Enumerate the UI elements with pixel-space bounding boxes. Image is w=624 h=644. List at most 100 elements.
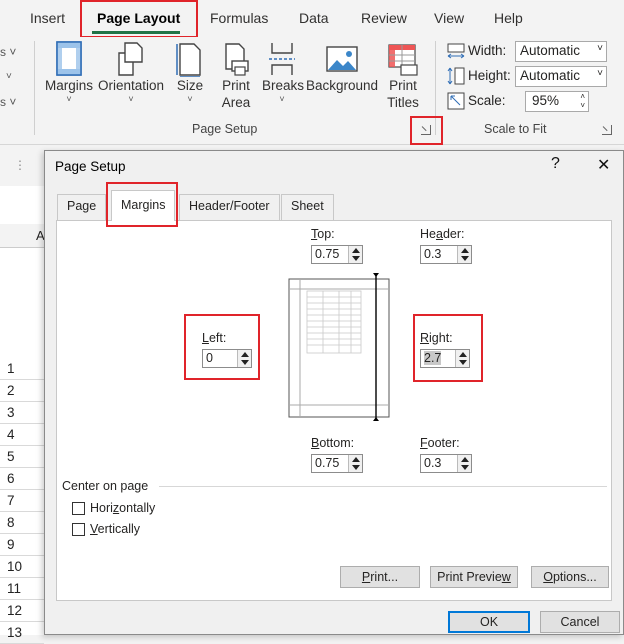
row-header-10[interactable]: 10 bbox=[0, 556, 44, 578]
page-setup-group-label: Page Setup bbox=[192, 122, 258, 136]
spinner-arrows-icon[interactable] bbox=[348, 455, 362, 472]
options-button[interactable]: Options... bbox=[531, 566, 609, 588]
page-setup-dialog: Page Setup ? ✕ Page Header/Footer Sheet … bbox=[44, 150, 624, 635]
tab-review[interactable]: Review bbox=[361, 10, 407, 26]
row-header-3[interactable]: 3 bbox=[0, 402, 44, 424]
size-button[interactable]: Size ˅ bbox=[172, 41, 208, 104]
orientation-label: Orientation bbox=[97, 78, 165, 93]
row-header-6[interactable]: 6 bbox=[0, 468, 44, 490]
left-label: Left: bbox=[202, 331, 227, 345]
orientation-button[interactable]: Orientation ˅ bbox=[96, 41, 166, 104]
background-label: Background bbox=[306, 78, 379, 93]
help-icon[interactable]: ? bbox=[551, 155, 560, 173]
breaks-button[interactable]: Breaks ˅ bbox=[262, 41, 305, 104]
dialog-tab-page[interactable]: Page bbox=[57, 194, 107, 220]
horizontally-label: Horizontally bbox=[90, 501, 156, 515]
size-label: Size bbox=[176, 78, 204, 93]
height-value: Automatic bbox=[520, 68, 581, 83]
print-area-button[interactable]: Print Area bbox=[214, 41, 258, 111]
row-header-2[interactable]: 2 bbox=[0, 380, 44, 402]
cancel-button[interactable]: Cancel bbox=[540, 611, 620, 633]
bottom-margin-value: 0.75 bbox=[315, 456, 340, 470]
header-margin-value: 0.3 bbox=[424, 247, 442, 261]
height-select[interactable]: Automatic ˅ bbox=[515, 66, 607, 87]
height-icon bbox=[447, 67, 465, 85]
clipped-group-fragment: s ˅ bbox=[0, 45, 17, 59]
breaks-icon bbox=[269, 43, 295, 75]
ribbon-tab-bar: Insert Page Layout Formulas Data Review … bbox=[0, 0, 624, 37]
bottom-margin-spinner[interactable]: 0.75 bbox=[311, 454, 363, 473]
scale-spinner[interactable]: 95% ˄ ˅ bbox=[525, 91, 589, 112]
tab-help[interactable]: Help bbox=[494, 10, 523, 26]
ok-button[interactable]: OK bbox=[448, 611, 530, 633]
center-on-page-label: Center on page bbox=[62, 479, 149, 493]
tab-data[interactable]: Data bbox=[299, 10, 329, 26]
right-margin-spinner[interactable]: 2.7 bbox=[420, 349, 470, 368]
row-header-1[interactable]: 1 bbox=[0, 358, 44, 380]
dialog-tab-header-footer[interactable]: Header/Footer bbox=[179, 194, 280, 220]
print-preview-button[interactable]: Print Preview bbox=[430, 566, 518, 588]
group-divider bbox=[159, 486, 607, 487]
dialog-tab-sheet[interactable]: Sheet bbox=[281, 194, 334, 220]
left-margin-spinner[interactable]: 0 bbox=[202, 349, 252, 368]
print-button[interactable]: Print... bbox=[340, 566, 420, 588]
chevron-down-icon: ˅ bbox=[597, 43, 603, 54]
chevron-down-icon: ˅ bbox=[128, 94, 134, 104]
page-setup-dialog-launcher-icon[interactable] bbox=[421, 125, 431, 135]
breaks-label: Breaks bbox=[262, 78, 305, 93]
dialog-title: Page Setup bbox=[55, 159, 126, 174]
dialog-tab-margins[interactable]: Margins bbox=[111, 190, 176, 221]
tab-insert[interactable]: Insert bbox=[30, 10, 65, 26]
width-value: Automatic bbox=[520, 43, 581, 58]
vertically-checkbox[interactable] bbox=[72, 523, 85, 536]
size-icon bbox=[176, 43, 201, 77]
orientation-icon bbox=[118, 42, 143, 76]
page-preview-icon bbox=[288, 273, 390, 421]
clipped-group-fragment-2: s ˅ bbox=[0, 95, 17, 109]
top-margin-value: 0.75 bbox=[315, 247, 340, 261]
print-area-icon bbox=[225, 43, 249, 76]
width-icon bbox=[447, 43, 465, 59]
spinner-arrows-icon[interactable] bbox=[455, 350, 469, 367]
vertically-label: Vertically bbox=[90, 522, 141, 536]
tab-view[interactable]: View bbox=[434, 10, 464, 26]
tab-formulas[interactable]: Formulas bbox=[210, 10, 268, 26]
header-margin-spinner[interactable]: 0.3 bbox=[420, 245, 472, 264]
spinner-arrows-icon[interactable] bbox=[457, 246, 471, 263]
row-header-4[interactable]: 4 bbox=[0, 424, 44, 446]
row-header-7[interactable]: 7 bbox=[0, 490, 44, 512]
print-titles-label-2: Titles bbox=[387, 95, 419, 110]
right-margin-value: 2.7 bbox=[424, 351, 442, 365]
formula-bar-strip: ⋮ bbox=[0, 146, 44, 186]
footer-margin-spinner[interactable]: 0.3 bbox=[420, 454, 472, 473]
scale-to-fit-group-label: Scale to Fit bbox=[484, 122, 547, 136]
spinner-arrows-icon[interactable] bbox=[348, 246, 362, 263]
row-header-8[interactable]: 8 bbox=[0, 512, 44, 534]
row-header-5[interactable]: 5 bbox=[0, 446, 44, 468]
scale-label: Scale: bbox=[468, 93, 506, 108]
scale-to-fit-dialog-launcher-icon[interactable] bbox=[602, 125, 612, 135]
tab-page-layout[interactable]: Page Layout bbox=[97, 10, 180, 26]
margins-button[interactable]: Margins ˅ bbox=[44, 41, 94, 104]
chevron-down-icon: ˅ bbox=[187, 94, 193, 104]
group-separator bbox=[435, 41, 436, 135]
background-button[interactable]: Background bbox=[306, 41, 378, 94]
margins-label: Margins bbox=[44, 78, 93, 93]
top-margin-spinner[interactable]: 0.75 bbox=[311, 245, 363, 264]
close-icon[interactable]: ✕ bbox=[597, 155, 610, 175]
print-titles-label-1: Print bbox=[389, 78, 417, 93]
print-titles-button[interactable]: Print Titles bbox=[384, 41, 422, 111]
width-select[interactable]: Automatic ˅ bbox=[515, 41, 607, 62]
row-header-11[interactable]: 11 bbox=[0, 578, 44, 600]
print-titles-icon bbox=[388, 44, 418, 76]
row-header-9[interactable]: 9 bbox=[0, 534, 44, 556]
horizontally-checkbox[interactable] bbox=[72, 502, 85, 515]
row-header-13[interactable]: 13 bbox=[0, 622, 44, 644]
chevron-down-icon: ˅ bbox=[279, 94, 285, 104]
top-label: Top: bbox=[311, 227, 335, 241]
footer-margin-value: 0.3 bbox=[424, 456, 442, 470]
spinner-arrows-icon[interactable] bbox=[237, 350, 251, 367]
bottom-label: Bottom: bbox=[311, 436, 355, 450]
spinner-arrows-icon[interactable] bbox=[457, 455, 471, 472]
row-header-12[interactable]: 12 bbox=[0, 600, 44, 622]
